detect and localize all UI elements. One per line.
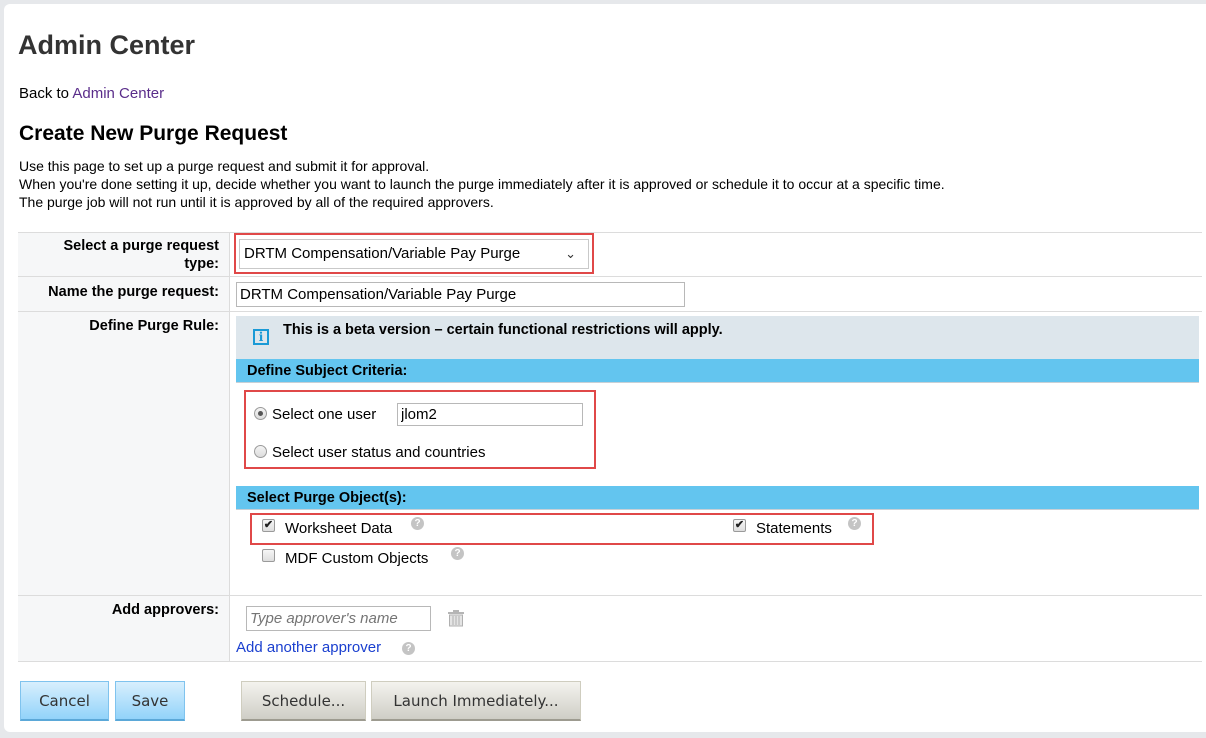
checkbox-worksheet-data[interactable]: ✔ [262,519,275,532]
label-text: Add approvers: [111,602,219,618]
request-type-value: DRTM Compensation/Variable Pay Purge [244,245,521,262]
save-button[interactable]: Save [115,681,185,721]
request-name-row: Name the purge request: [18,276,1202,312]
launch-immediately-button[interactable]: Launch Immediately... [371,681,581,721]
intro-line: When you're done setting it up, decide w… [19,176,945,192]
purge-rule-row: Define Purge Rule: i This is a beta vers… [18,311,1202,596]
page-title: Create New Purge Request [19,122,288,145]
subject-criteria-header: Define Subject Criteria: [236,359,1199,383]
checkbox-label: MDF Custom Objects [285,550,429,567]
back-line: Back to Admin Center [19,85,164,102]
approvers-label: Add approvers: [18,596,230,661]
checkbox-label: Worksheet Data [285,520,393,537]
app-title: Admin Center [18,30,196,60]
intro-line: The purge job will not run until it is a… [19,194,494,210]
label-line: Select a purge request [63,238,219,254]
request-name-label: Name the purge request: [18,277,230,312]
request-type-row: Select a purge request type: DRTM Compen… [18,232,1202,277]
purge-rule-label: Define Purge Rule: [18,312,230,596]
intro-line: Use this page to set up a purge request … [19,158,430,174]
trash-icon[interactable] [446,608,466,628]
radio-select-user-status[interactable] [254,445,267,458]
radio-label: Select user status and countries [272,444,486,461]
checkbox-statements[interactable]: ✔ [733,519,746,532]
info-icon: i [253,329,269,345]
cancel-button[interactable]: Cancel [20,681,109,721]
schedule-button[interactable]: Schedule... [241,681,366,721]
help-icon[interactable]: ? [411,517,424,530]
approver-name-input[interactable] [246,606,431,631]
chevron-down-icon: ⌄ [565,246,576,261]
help-icon[interactable]: ? [848,517,861,530]
user-id-input[interactable] [397,403,583,426]
beta-notice-text: This is a beta version – certain functio… [283,322,723,338]
request-type-select[interactable]: DRTM Compensation/Variable Pay Purge ⌄ [239,239,589,269]
checkbox-label: Statements [756,520,832,537]
checkbox-mdf-custom-objects[interactable] [262,549,275,562]
add-another-approver-link[interactable]: Add another approver [236,639,381,656]
request-name-input[interactable] [236,282,685,307]
help-icon[interactable]: ? [402,642,415,655]
purge-objects-header: Select Purge Object(s): [236,486,1199,510]
request-type-label: Select a purge request type: [18,233,230,277]
help-icon[interactable]: ? [451,547,464,560]
radio-label: Select one user [272,406,377,423]
approvers-row: Add approvers: Add another approver ? [18,595,1202,662]
label-text: Define Purge Rule: [89,318,219,334]
label-text: Name the purge request: [48,284,219,300]
back-to-admin-center-link[interactable]: Admin Center [72,85,164,102]
intro-text: Use this page to set up a purge request … [19,157,945,211]
radio-select-one-user[interactable] [254,407,267,420]
beta-notice: i This is a beta version – certain funct… [236,316,1199,359]
label-line: type: [184,256,219,272]
back-prefix: Back to [19,85,73,102]
